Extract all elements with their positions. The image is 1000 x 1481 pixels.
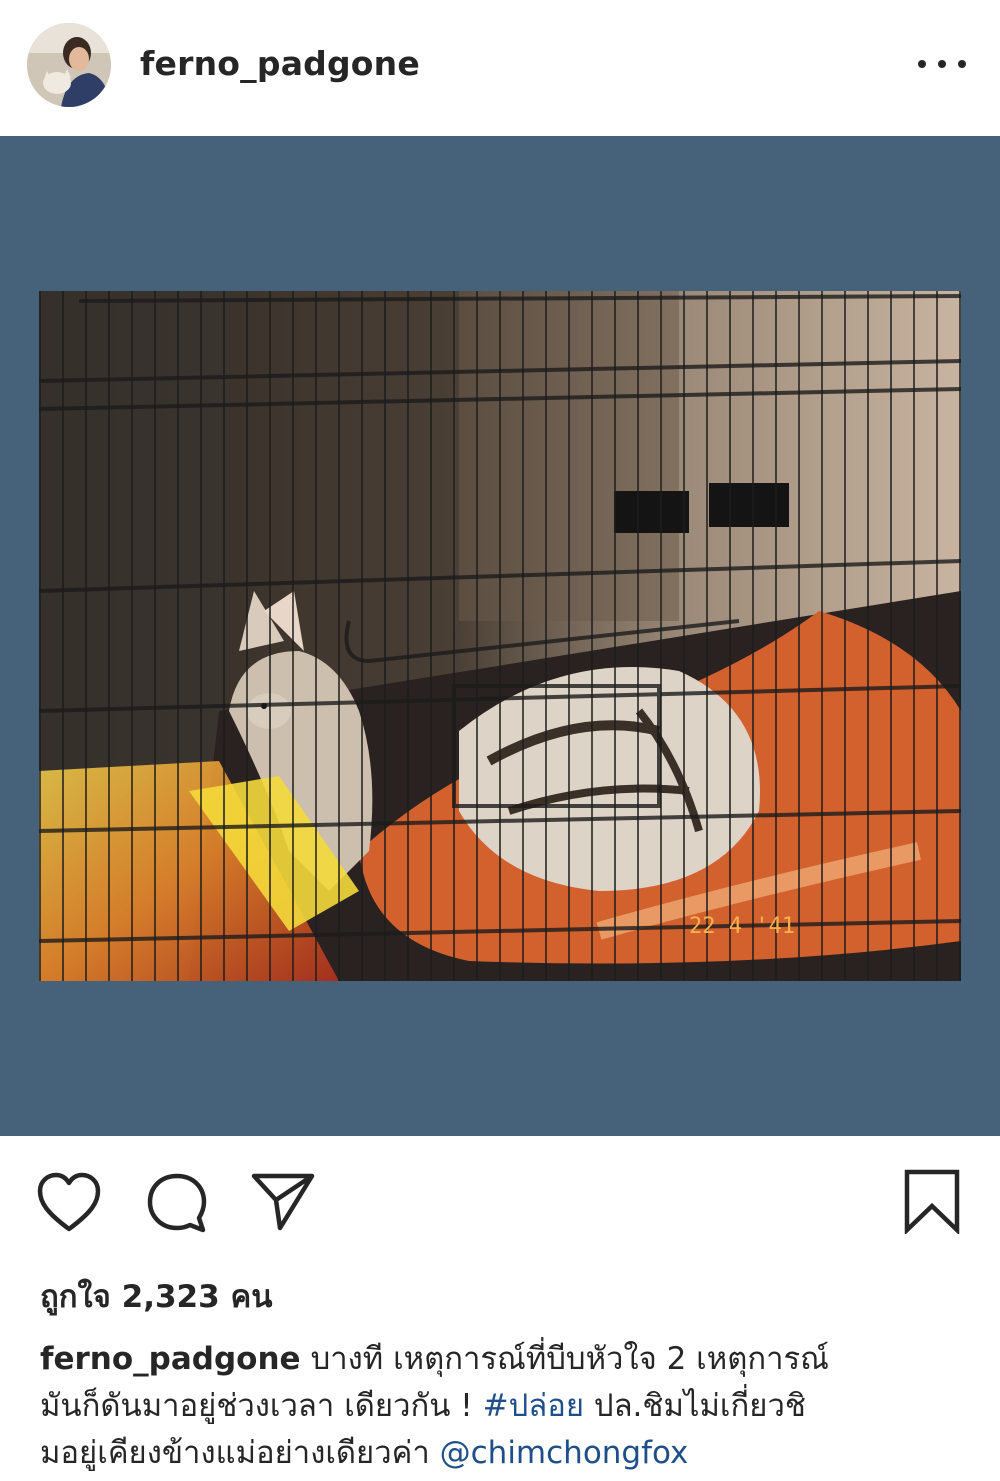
caption-line-1: ferno_padgone บางที เหตุการณ์ที่บีบหัวใจ … xyxy=(40,1336,940,1383)
caption-text-2b: ปล.ชิมไม่เกี่ยวชิ xyxy=(584,1388,806,1424)
caption-text-1: บางที เหตุการณ์ที่บีบหัวใจ 2 เหตุการณ์ xyxy=(310,1341,829,1377)
more-options-icon[interactable] xyxy=(918,52,966,76)
caption-line-3: มอยู่เคียงข้างแม่อย่างเดียวค่า @chimchon… xyxy=(40,1430,940,1477)
avatar-image xyxy=(27,23,111,107)
caption-text-3: มอยู่เคียงข้างแม่อย่างเดียวค่า xyxy=(40,1435,440,1471)
comment-icon[interactable] xyxy=(145,1172,209,1240)
post-username[interactable]: ferno_padgone xyxy=(140,44,420,83)
post-caption: ferno_padgone บางที เหตุการณ์ที่บีบหัวใจ … xyxy=(40,1336,940,1477)
avatar[interactable] xyxy=(27,23,111,107)
caption-line-2: มันก็ดันมาอยู่ช่วงเวลา เดียวกัน ! #ปล่อย… xyxy=(40,1383,940,1430)
bookmark-icon[interactable] xyxy=(902,1168,962,1238)
caption-hashtag[interactable]: #ปล่อย xyxy=(483,1388,584,1424)
caption-username[interactable]: ferno_padgone xyxy=(40,1341,301,1377)
send-icon[interactable] xyxy=(250,1170,316,1238)
caption-text-2: มันก็ดันมาอยู่ช่วงเวลา เดียวกัน ! xyxy=(40,1388,483,1424)
likes-count[interactable]: ถูกใจ 2,323 คน xyxy=(40,1271,272,1321)
cage-photo-image: 22 4 '41 xyxy=(39,291,961,981)
photo-date-stamp: 22 4 '41 xyxy=(689,914,795,939)
heart-icon[interactable] xyxy=(36,1172,102,1238)
post-photo: 22 4 '41 xyxy=(39,291,961,981)
caption-mention[interactable]: @chimchongfox xyxy=(440,1435,689,1471)
post-header: ferno_padgone xyxy=(0,0,1000,136)
post-actions xyxy=(0,1136,1000,1256)
